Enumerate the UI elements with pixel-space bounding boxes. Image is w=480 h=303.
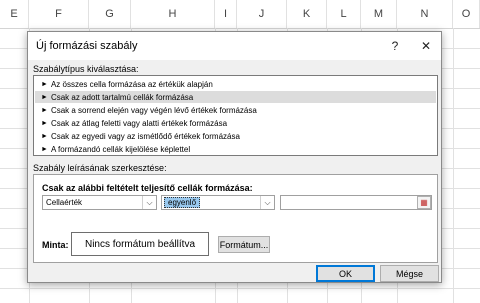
column-header-l[interactable]: L [327, 0, 361, 28]
right-triangle-icon: ► [41, 80, 48, 88]
grid-line [453, 28, 454, 303]
column-header-j[interactable]: J [237, 0, 287, 28]
ok-button[interactable]: OK [316, 265, 375, 282]
rule-type-label: Csak az adott tartalmú cellák formázása [50, 92, 194, 102]
column-header-h[interactable]: H [131, 0, 215, 28]
dialog-titlebar[interactable]: Új formázási szabály ? ✕ [28, 32, 441, 60]
column-header-f[interactable]: F [29, 0, 89, 28]
condition-field-select[interactable]: Cellaérték ⌵ [42, 195, 157, 210]
close-button[interactable]: ✕ [414, 36, 438, 56]
right-triangle-icon: ► [41, 119, 48, 127]
chevron-down-icon[interactable]: ⌵ [142, 196, 156, 209]
column-header-m[interactable]: M [361, 0, 397, 28]
cancel-button[interactable]: Mégse [380, 265, 439, 282]
grid-line [0, 28, 480, 29]
rule-type-item[interactable]: ► Csak az egyedi vagy az ismétlődő érték… [35, 130, 436, 142]
rule-type-item[interactable]: ► A formázandó cellák kijelölése képlett… [35, 143, 436, 155]
rule-type-heading: Szabálytípus kiválasztása: [33, 64, 139, 74]
right-triangle-icon: ► [41, 93, 48, 101]
rule-type-item[interactable]: ► Csak az átlag feletti vagy alatti érté… [35, 117, 436, 129]
right-triangle-icon: ► [41, 132, 48, 140]
format-preview: Nincs formátum beállítva [71, 232, 209, 256]
rule-type-item[interactable]: ► Csak a sorrend elején vagy végén lévő … [35, 104, 436, 116]
format-button[interactable]: Formátum... [218, 236, 270, 253]
rule-type-label: A formázandó cellák kijelölése képlettel [50, 144, 191, 154]
column-header-i[interactable]: I [215, 0, 237, 28]
preview-label: Minta: [42, 240, 69, 250]
column-header-o[interactable]: O [453, 0, 480, 28]
right-triangle-icon: ► [41, 145, 48, 153]
new-formatting-rule-dialog: Új formázási szabály ? ✕ Szabálytípus ki… [27, 31, 442, 283]
rule-type-item-selected[interactable]: ► Csak az adott tartalmú cellák formázás… [35, 91, 436, 103]
condition-field-value: Cellaérték [46, 198, 83, 207]
format-button-label: Formátum... [219, 239, 269, 250]
condition-value-input[interactable] [280, 195, 432, 210]
rule-type-label: Csak a sorrend elején vagy végén lévő ér… [50, 105, 257, 115]
rule-type-label: Csak az egyedi vagy az ismétlődő értékek… [50, 131, 240, 141]
column-header-n[interactable]: N [397, 0, 453, 28]
rule-type-list[interactable]: ► Az összes cella formázása az értékük a… [33, 75, 438, 156]
dialog-title: Új formázási szabály [36, 40, 138, 52]
range-picker-icon[interactable]: ▦ [417, 196, 431, 209]
condition-heading: Csak az alábbi feltételt teljesítő cellá… [42, 183, 253, 193]
column-header-k[interactable]: K [287, 0, 327, 28]
condition-operator-value: egyenlő [164, 197, 201, 208]
column-header-g[interactable]: G [89, 0, 131, 28]
help-button[interactable]: ? [383, 36, 407, 56]
condition-operator-select[interactable]: egyenlő ⌵ [161, 195, 275, 210]
right-triangle-icon: ► [41, 106, 48, 114]
description-heading: Szabály leírásának szerkesztése: [33, 163, 167, 173]
grid-line [0, 288, 480, 289]
rule-type-item[interactable]: ► Az összes cella formázása az értékük a… [35, 78, 436, 90]
rule-type-label: Az összes cella formázása az értékük ala… [50, 79, 213, 89]
rule-type-label: Csak az átlag feletti vagy alatti értéke… [50, 118, 228, 128]
column-header-e[interactable]: E [0, 0, 29, 28]
chevron-down-icon[interactable]: ⌵ [260, 196, 274, 209]
